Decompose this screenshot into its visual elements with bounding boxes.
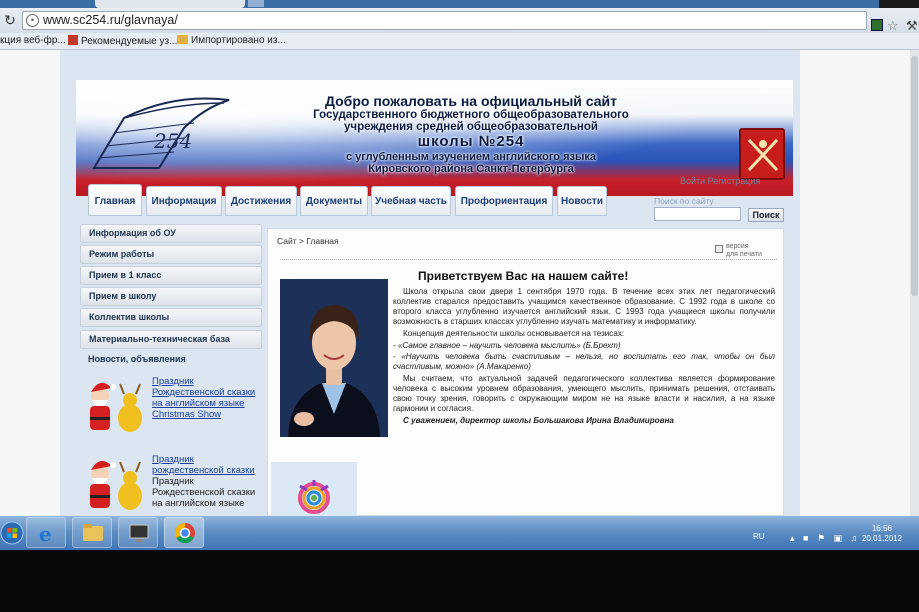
sidebar-item-about[interactable]: Информация об ОУ	[80, 224, 262, 243]
ie-icon: e	[39, 522, 52, 546]
printer-icon	[715, 245, 723, 253]
tab-documents[interactable]: Документы	[300, 186, 368, 216]
bookmark-folder[interactable]: Импортировано из...	[177, 35, 286, 46]
new-tab-button[interactable]	[248, 0, 264, 7]
window-controls[interactable]	[879, 0, 919, 8]
sidebar: Информация об ОУ Режим работы Прием в 1 …	[80, 224, 264, 516]
santa-reindeer-icon	[90, 460, 142, 510]
taskbar-ie-button[interactable]: e	[26, 517, 66, 548]
folder-icon	[177, 35, 188, 44]
tab-career[interactable]: Профориентация	[455, 186, 553, 216]
language-indicator[interactable]: RU	[753, 532, 765, 541]
sidebar-item-schedule[interactable]: Режим работы	[80, 245, 262, 264]
taskbar-chrome-button[interactable]	[164, 517, 204, 548]
sidebar-item-first-grade[interactable]: Прием в 1 класс	[80, 266, 262, 285]
reload-icon[interactable]: ↻	[2, 12, 18, 28]
search-label: Поиск по сайту	[654, 196, 714, 206]
sidebar-item-news[interactable]: Новости, объявления	[80, 351, 262, 370]
bookmarks-bar: кция веб-фр... Рекомендуемые уз... Импор…	[0, 33, 919, 50]
screen: ↻ • www.sc254.ru/glavnaya/ ☆ ⚒ кция веб-…	[0, 0, 919, 612]
event-link[interactable]: Рождественской сказки	[152, 387, 255, 398]
tab-info[interactable]: Информация	[146, 186, 222, 216]
divider	[280, 259, 777, 260]
article-text: Школа открыла свои двери 1 сентября 1970…	[393, 287, 775, 425]
start-button-icon[interactable]	[0, 521, 24, 545]
address-url: www.sc254.ru/glavnaya/	[43, 13, 178, 27]
sidebar-item-staff[interactable]: Коллектив школы	[80, 308, 262, 327]
chrome-icon	[174, 522, 195, 544]
event-link[interactable]: рождественской сказки	[152, 465, 255, 476]
logo-number: 254	[153, 129, 192, 153]
browser-toolbar: ↻ • www.sc254.ru/glavnaya/ ☆ ⚒	[0, 8, 919, 33]
wrench-menu-icon[interactable]: ⚒	[906, 18, 918, 34]
taskbar-computer-button[interactable]	[118, 517, 158, 548]
sidebar-item-facilities[interactable]: Материально-техническая база	[80, 330, 262, 349]
taskbar-explorer-button[interactable]	[72, 517, 112, 548]
page-scrollbar[interactable]	[910, 50, 919, 516]
tab-achievements[interactable]: Достижения	[225, 186, 297, 216]
tab-main[interactable]: Главная	[88, 184, 142, 216]
sidebar-item-admission[interactable]: Прием в школу	[80, 287, 262, 306]
taskbar: e RU ▴ ■ ⚑ ▣ ♫ 16:56 20.01.2012	[0, 516, 919, 550]
computer-icon	[129, 524, 149, 542]
event-link[interactable]: на английском языке	[152, 398, 244, 409]
bookmark-item[interactable]: Рекомендуемые уз...	[68, 35, 177, 47]
site-page: 254 Добро пожаловать на официальный сайт…	[60, 50, 800, 516]
event-christmas-show: Праздник Рождественской сказки на англий…	[80, 374, 264, 438]
bookmark-star-icon[interactable]: ☆	[887, 18, 899, 34]
login-links[interactable]: Войти Регистрация	[680, 176, 760, 186]
tab-news[interactable]: Новости	[557, 186, 607, 216]
event-christmas-tale: Праздник рождественской сказки Праздник …	[80, 452, 264, 516]
bookmark-item[interactable]: кция веб-фр...	[0, 35, 66, 46]
globe-icon: •	[26, 14, 39, 27]
folder-icon	[83, 524, 103, 541]
santa-reindeer-icon	[90, 382, 142, 432]
school-logo: 254	[92, 97, 230, 169]
scrollbar-thumb[interactable]	[911, 56, 918, 296]
search-input[interactable]	[654, 207, 741, 221]
tab-study[interactable]: Учебная часть	[371, 186, 451, 216]
emblem-image[interactable]	[271, 462, 357, 516]
address-bar[interactable]: • www.sc254.ru/glavnaya/	[22, 11, 867, 30]
taskbar-clock[interactable]: 16:56 20.01.2012	[862, 524, 902, 544]
screen-bezel	[0, 550, 919, 612]
svg-text:e: e	[39, 522, 52, 546]
event-link[interactable]: Праздник	[152, 376, 194, 387]
browser-tab[interactable]	[95, 0, 245, 8]
event-link[interactable]: Christmas Show	[152, 409, 221, 420]
page-viewport: 254 Добро пожаловать на официальный сайт…	[0, 50, 919, 516]
print-version-link[interactable]: версия для печати	[715, 243, 781, 259]
search-button[interactable]: Поиск	[748, 208, 784, 222]
page-title: Приветствуем Вас на нашем сайте!	[418, 269, 629, 283]
banner-title: Добро пожаловать на официальный сайт Гос…	[313, 93, 629, 176]
event-link[interactable]: Праздник	[152, 454, 194, 465]
breadcrumb[interactable]: Сайт > Главная	[277, 236, 339, 246]
director-photo	[280, 279, 388, 437]
spb-coat-of-arms-icon	[739, 128, 785, 180]
extension-icon[interactable]	[871, 19, 883, 31]
system-tray-icons[interactable]: ▴ ■ ⚑ ▣ ♫	[790, 533, 860, 544]
bookmark-page-icon	[68, 35, 78, 45]
browser-tabstrip	[0, 0, 919, 8]
